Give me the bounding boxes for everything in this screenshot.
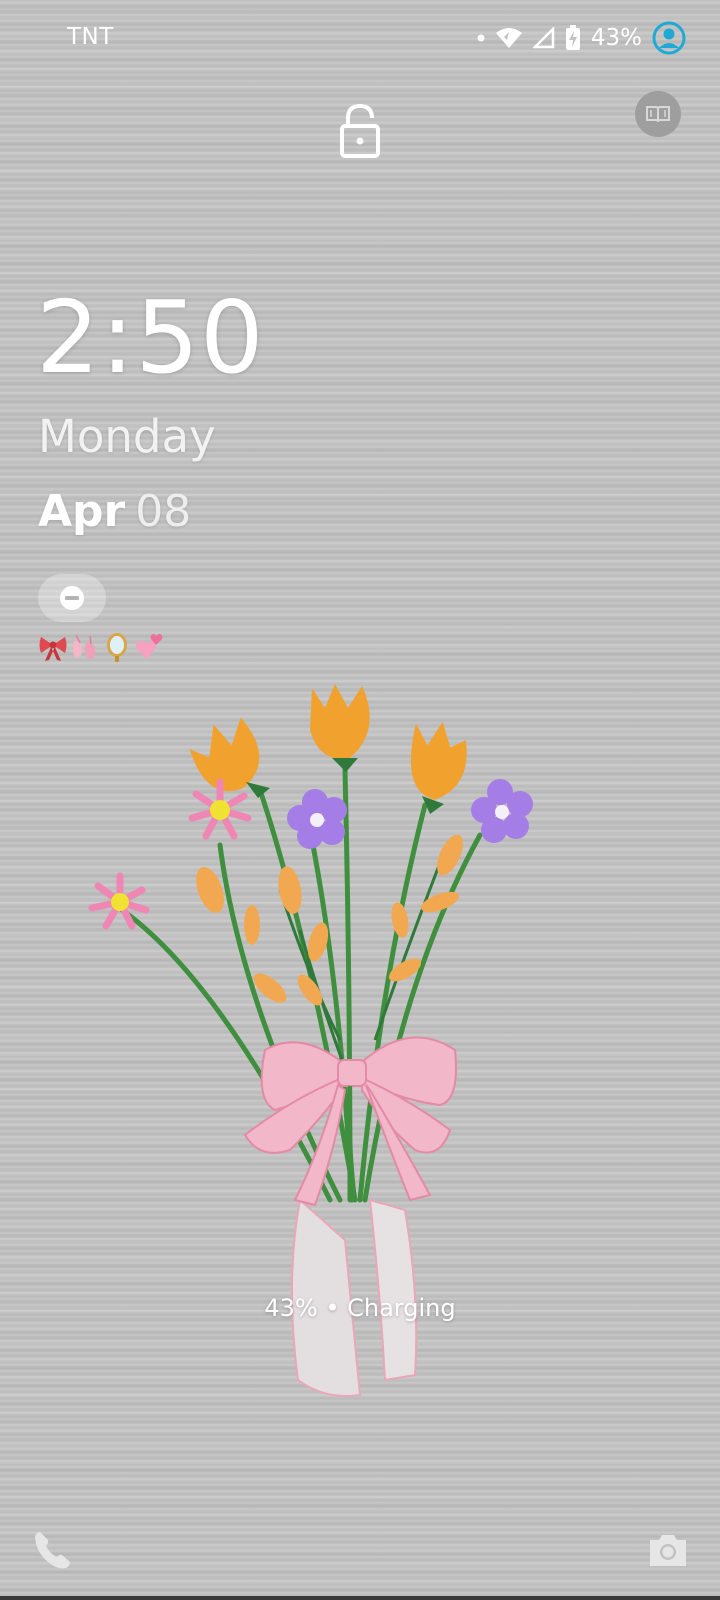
flower-bouquet-illustration: [88, 684, 533, 1397]
charging-status: 43% • Charging: [264, 1294, 456, 1322]
camera-icon[interactable]: [646, 1528, 690, 1572]
ribbon-emoji-icon: [38, 631, 68, 663]
battery-charging-icon: [565, 25, 580, 50]
screen-bottom-edge: [0, 1596, 720, 1600]
lock-open-icon[interactable]: [336, 102, 384, 160]
emoji-status-row: [38, 631, 164, 667]
date-day: 08: [135, 486, 192, 537]
phone-icon[interactable]: [30, 1528, 74, 1572]
mirror-emoji-icon: [102, 631, 132, 663]
weekday-label: Monday: [38, 410, 216, 463]
battery-percentage: 43%: [590, 25, 642, 51]
book-icon: [646, 106, 670, 123]
two-hearts-emoji-icon: [134, 631, 164, 663]
date-display: Apr 08: [38, 490, 191, 534]
notification-dot-icon: [477, 34, 485, 42]
cellular-signal-icon: [532, 27, 555, 49]
story-shortcut-button[interactable]: [635, 91, 681, 137]
do-not-disturb-indicator[interactable]: [38, 574, 106, 622]
wifi-icon: [495, 28, 522, 48]
ballet-shoes-emoji-icon: [70, 631, 100, 663]
carrier-name: TNT: [67, 24, 114, 50]
status-icons: 43%: [477, 20, 686, 56]
date-month: Apr: [38, 486, 126, 537]
status-bar: TNT 43%: [0, 0, 720, 78]
do-not-disturb-icon: [60, 586, 84, 610]
lock-screen-clock: 2:50: [36, 279, 265, 396]
account-icon[interactable]: [652, 21, 686, 55]
